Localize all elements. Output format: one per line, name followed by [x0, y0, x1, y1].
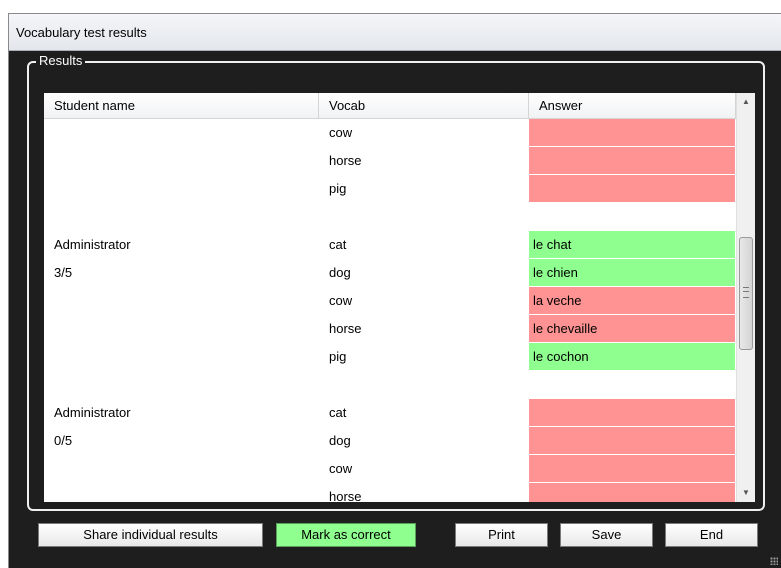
cell-vocab[interactable]: cow	[319, 119, 528, 147]
scroll-down-icon[interactable]: ▼	[737, 484, 755, 502]
table-row[interactable]: horse le chevaille	[44, 315, 736, 343]
vertical-scrollbar[interactable]: ▲ ▼	[736, 93, 755, 502]
cell-vocab[interactable]: horse	[319, 483, 528, 502]
table-row[interactable]: Administrator cat	[44, 399, 736, 427]
cell-answer[interactable]	[529, 147, 735, 175]
table-row[interactable]: cow	[44, 119, 736, 147]
cell-student-name[interactable]: Administrator	[44, 399, 314, 427]
table-row[interactable]: 3/5 dog le chien	[44, 259, 736, 287]
scroll-thumb[interactable]	[739, 237, 753, 350]
resize-grip-icon[interactable]	[770, 557, 778, 565]
cell-student-name[interactable]	[44, 287, 314, 315]
cell-student-name[interactable]	[44, 371, 314, 399]
title-bar[interactable]: Vocabulary test results	[9, 14, 781, 51]
cell-vocab[interactable]: horse	[319, 315, 528, 343]
cell-answer[interactable]	[529, 371, 735, 399]
cell-answer[interactable]: le chien	[529, 259, 735, 287]
cell-vocab[interactable]: cat	[319, 399, 528, 427]
column-header-student-name[interactable]: Student name	[44, 93, 319, 118]
cell-answer[interactable]: la veche	[529, 287, 735, 315]
cell-answer[interactable]	[529, 175, 735, 203]
cell-answer[interactable]	[529, 483, 735, 502]
results-grid[interactable]: Student name Vocab Answer cow horse pig Adm…	[44, 93, 755, 502]
cell-student-name[interactable]: 3/5	[44, 259, 314, 287]
column-header-vocab[interactable]: Vocab	[319, 93, 529, 118]
cell-vocab[interactable]: dog	[319, 427, 528, 455]
cell-answer[interactable]	[529, 455, 735, 483]
table-row[interactable]	[44, 371, 736, 399]
table-row[interactable]: pig	[44, 175, 736, 203]
table-row[interactable]: cow la veche	[44, 287, 736, 315]
grip-icon	[743, 287, 749, 298]
cell-answer[interactable]: le chevaille	[529, 315, 735, 343]
cell-student-name[interactable]	[44, 315, 314, 343]
cell-vocab[interactable]: cat	[319, 231, 528, 259]
print-button[interactable]: Print	[455, 523, 548, 547]
table-row[interactable]: horse	[44, 147, 736, 175]
scroll-up-icon[interactable]: ▲	[737, 93, 755, 111]
cell-student-name[interactable]: 0/5	[44, 427, 314, 455]
grid-header: Student name Vocab Answer	[44, 93, 736, 119]
column-header-answer[interactable]: Answer	[529, 93, 736, 118]
results-group-label: Results	[36, 53, 86, 69]
cell-vocab[interactable]: pig	[319, 343, 528, 371]
cell-student-name[interactable]	[44, 175, 314, 203]
cell-answer[interactable]	[529, 399, 735, 427]
table-row[interactable]: 0/5 dog	[44, 427, 736, 455]
cell-vocab[interactable]	[319, 371, 528, 399]
cell-student-name[interactable]: Administrator	[44, 231, 314, 259]
cell-student-name[interactable]	[44, 483, 314, 502]
mark-as-correct-button[interactable]: Mark as correct	[276, 523, 416, 547]
cell-student-name[interactable]	[44, 455, 314, 483]
cell-answer[interactable]	[529, 427, 735, 455]
cell-answer[interactable]: le cochon	[529, 343, 735, 371]
cell-student-name[interactable]	[44, 343, 314, 371]
cell-vocab[interactable]: pig	[319, 175, 528, 203]
cell-student-name[interactable]	[44, 203, 314, 231]
table-row[interactable]: Administrator cat le chat	[44, 231, 736, 259]
cell-vocab[interactable]: dog	[319, 259, 528, 287]
cell-answer[interactable]: le chat	[529, 231, 735, 259]
cell-vocab[interactable]: cow	[319, 455, 528, 483]
cell-student-name[interactable]	[44, 119, 314, 147]
window-title: Vocabulary test results	[16, 25, 147, 40]
cell-vocab[interactable]	[319, 203, 528, 231]
table-row[interactable]	[44, 203, 736, 231]
table-row[interactable]: pig le cochon	[44, 343, 736, 371]
cell-vocab[interactable]: horse	[319, 147, 528, 175]
cell-student-name[interactable]	[44, 147, 314, 175]
save-button[interactable]: Save	[560, 523, 653, 547]
end-button[interactable]: End	[665, 523, 758, 547]
cell-answer[interactable]	[529, 203, 735, 231]
cell-vocab[interactable]: cow	[319, 287, 528, 315]
cell-answer[interactable]	[529, 119, 735, 147]
share-individual-results-button[interactable]: Share individual results	[38, 523, 263, 547]
table-row[interactable]: horse	[44, 483, 736, 502]
table-row[interactable]: cow	[44, 455, 736, 483]
